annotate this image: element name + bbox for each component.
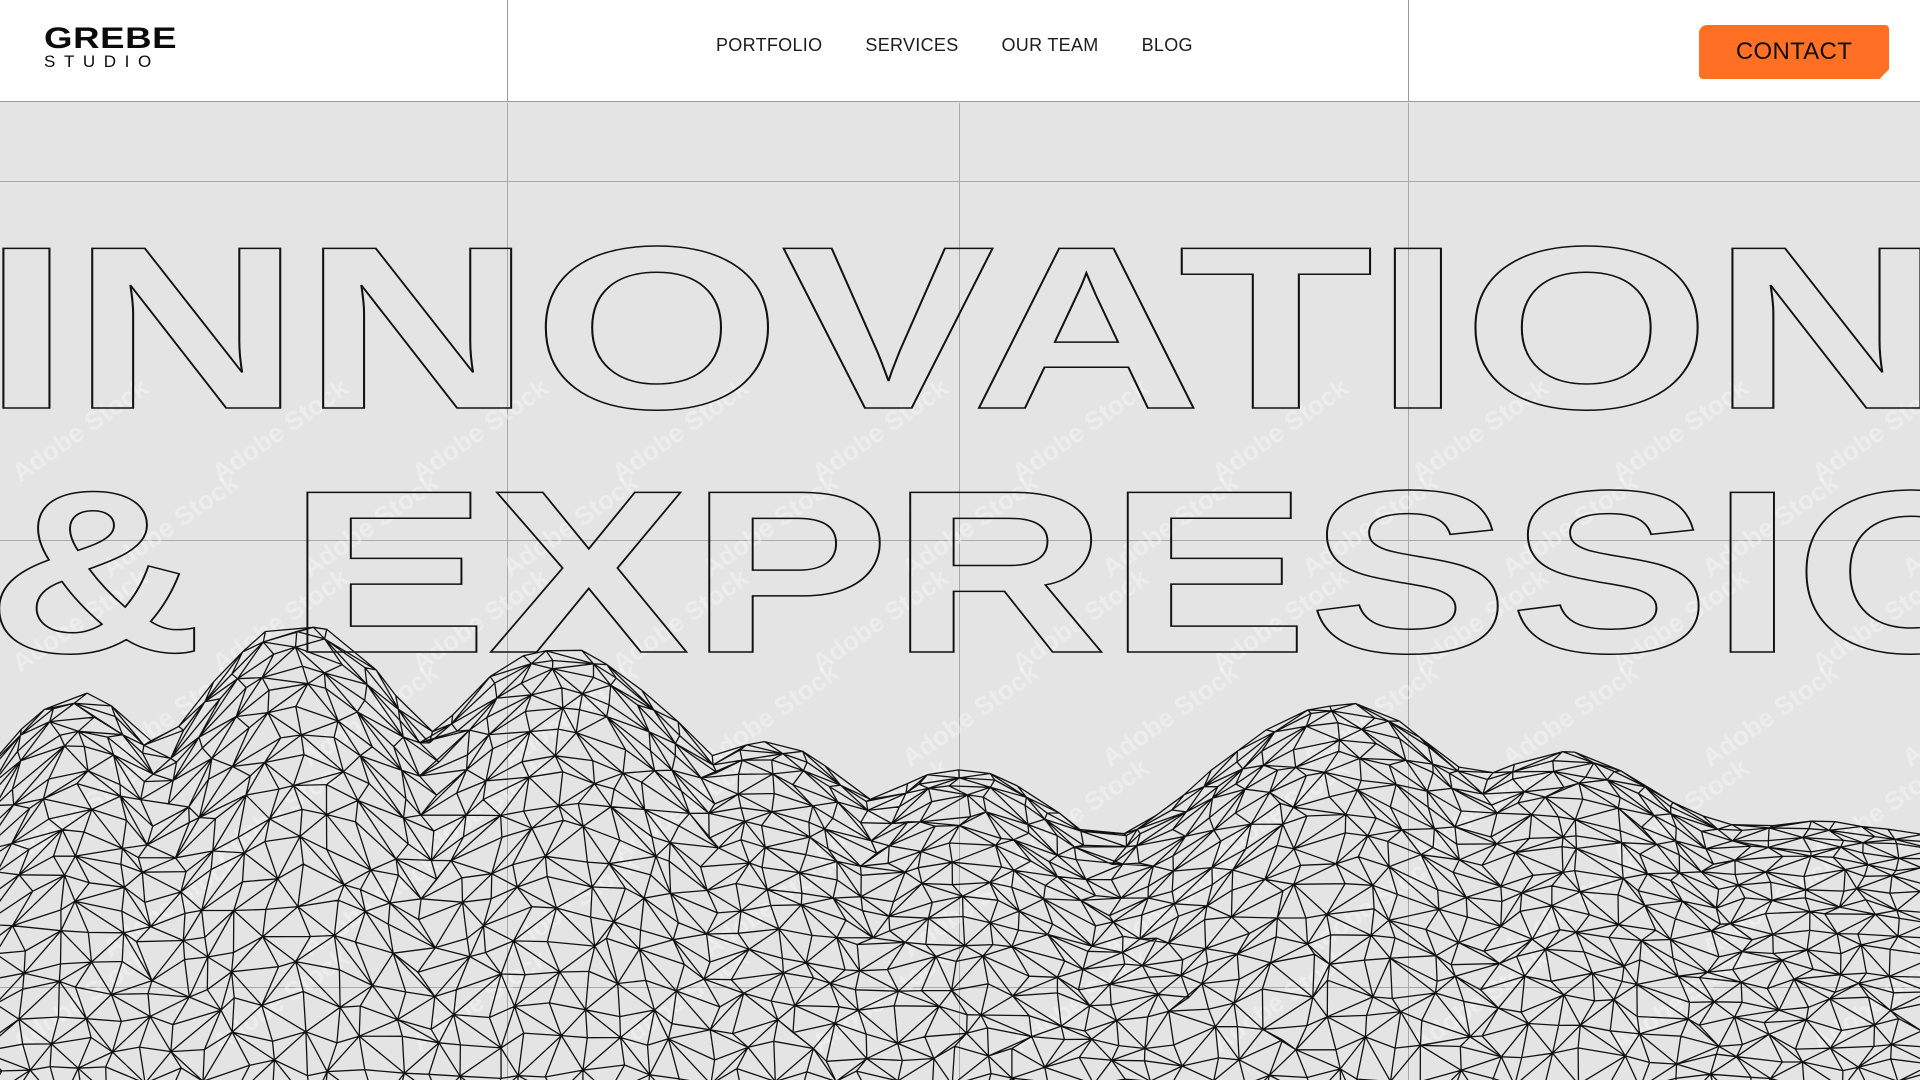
brand-logo[interactable]: GREBE STUDIO	[44, 24, 184, 74]
nav-item-blog[interactable]: BLOG	[1142, 34, 1193, 56]
page: GREBE STUDIO PORTFOLIO SERVICES OUR TEAM…	[0, 0, 1920, 1080]
hero-section: Adobe Stock Adobe Stock Adobe Stock Adobe S…	[0, 103, 1920, 1080]
nav-item-portfolio[interactable]: PORTFOLIO	[716, 34, 822, 56]
main-nav: PORTFOLIO SERVICES OUR TEAM BLOG	[716, 34, 1193, 56]
contact-button[interactable]: CONTACT	[1699, 25, 1889, 79]
logo-wordmark: GREBE	[44, 22, 178, 55]
terrain-mesh-lines	[0, 626, 1920, 1080]
wireframe-mountain-icon	[0, 626, 1920, 1080]
nav-item-services[interactable]: SERVICES	[865, 34, 958, 56]
header-divider	[1408, 0, 1409, 102]
nav-item-our-team[interactable]: OUR TEAM	[1002, 34, 1099, 56]
site-header: GREBE STUDIO PORTFOLIO SERVICES OUR TEAM…	[0, 0, 1920, 102]
logo-subtitle: STUDIO	[44, 52, 160, 71]
terrain-mesh	[0, 626, 1920, 1080]
header-divider	[507, 0, 508, 102]
